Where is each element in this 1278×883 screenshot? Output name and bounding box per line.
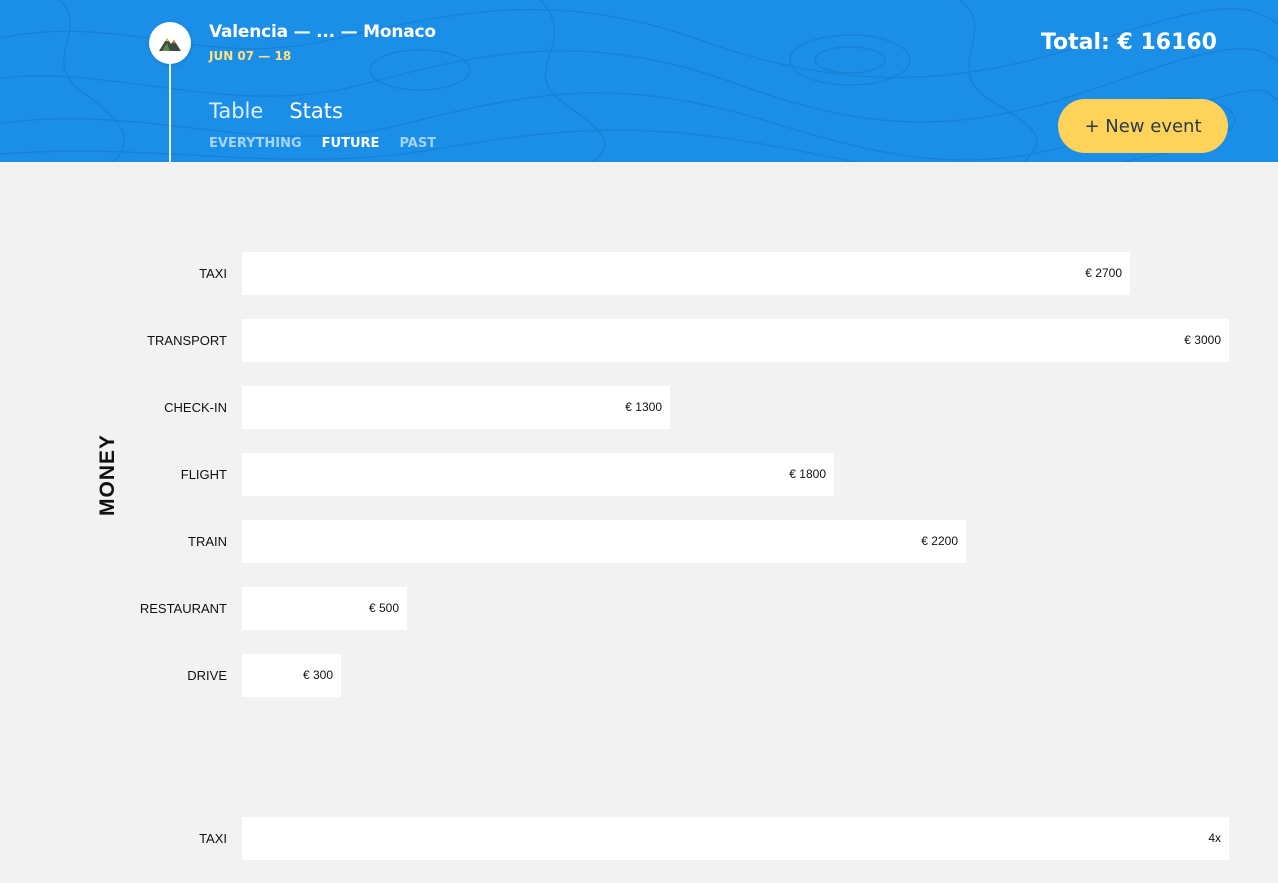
view-tabs: Table Stats: [209, 99, 343, 123]
tab-stats[interactable]: Stats: [289, 99, 343, 123]
chart-value-label: € 2700: [1085, 266, 1122, 280]
chart-value-label: € 3000: [1184, 333, 1221, 347]
mountain-icon: [159, 38, 181, 51]
chart-value-label: € 1300: [625, 400, 662, 414]
chart-bar: € 2700: [242, 252, 1130, 295]
filter-past[interactable]: PAST: [399, 136, 436, 151]
trip-dates: JUN 07 — 18: [209, 49, 292, 63]
chart-bar: € 1300: [242, 386, 670, 429]
chart-category-label: FLIGHT: [180, 467, 227, 482]
tab-table[interactable]: Table: [209, 99, 263, 123]
chart-category-label: DRIVE: [187, 668, 227, 683]
filter-everything[interactable]: EVERYTHING: [209, 136, 302, 151]
chart-category-label: TRANSPORT: [147, 333, 227, 348]
filter-future[interactable]: FUTURE: [322, 136, 380, 151]
chart-value-label: 4x: [1208, 831, 1221, 845]
chart-bar: € 1800: [242, 453, 834, 496]
chart-value-label: € 300: [302, 668, 333, 682]
chart-category-label: TAXI: [199, 831, 227, 846]
chart-bar: € 3000: [242, 319, 1229, 362]
chart-value-label: € 1800: [789, 467, 826, 481]
chart-category-label: TAXI: [199, 266, 227, 281]
time-filters: EVERYTHING FUTURE PAST: [209, 136, 436, 151]
trip-header: Valencia — ... — Monaco JUN 07 — 18 Tota…: [0, 0, 1278, 162]
timeline-line: [169, 64, 171, 162]
chart-category-label: CHECK-IN: [164, 400, 227, 415]
chart-bar: € 300: [242, 654, 341, 697]
chart-value-label: € 500: [368, 601, 399, 615]
chart-category-label: TRAIN: [188, 534, 227, 549]
chart-bar: 4x: [242, 817, 1229, 860]
trip-title: Valencia — ... — Monaco: [209, 22, 436, 42]
chart-value-label: € 2200: [921, 534, 958, 548]
trip-total: Total: € 16160: [1040, 30, 1217, 55]
trip-logo[interactable]: [149, 22, 191, 64]
chart-category-label: RESTAURANT: [139, 601, 227, 616]
chart-bar: € 500: [242, 587, 407, 630]
money-chart-title: MONEY: [96, 433, 119, 516]
new-event-button[interactable]: + New event: [1058, 99, 1228, 153]
chart-bar: € 2200: [242, 520, 966, 563]
